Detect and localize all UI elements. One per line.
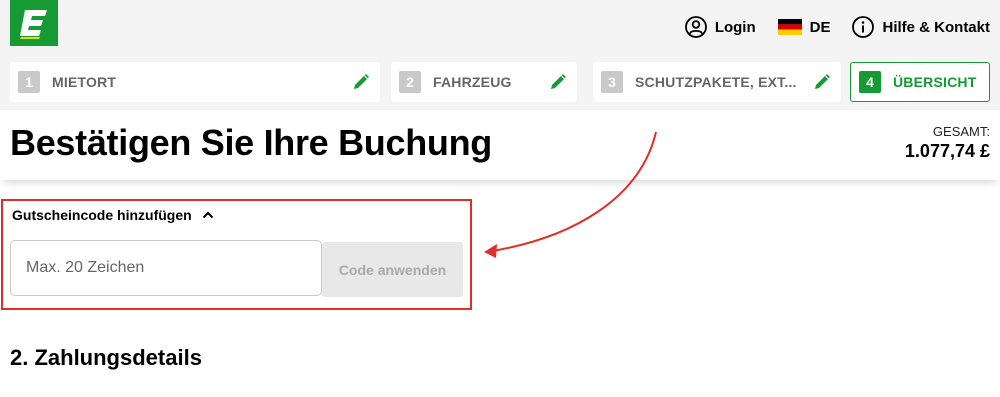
step-number: 3	[601, 71, 623, 93]
step-label: SCHUTZPAKETE, EXT...	[635, 74, 797, 90]
step-label: FAHRZEUG	[433, 74, 512, 90]
voucher-toggle-label: Gutscheincode hinzufügen	[12, 207, 192, 223]
voucher-code-input[interactable]	[10, 240, 322, 296]
total-price: GESAMT: 1.077,74 £	[905, 124, 990, 162]
step-number: 1	[18, 71, 40, 93]
step-label: MIETORT	[52, 74, 117, 90]
step-rental-location[interactable]: 1 MIETORT	[10, 62, 380, 102]
title-bar: Bestätigen Sie Ihre Buchung GESAMT: 1.07…	[0, 110, 1000, 180]
pencil-icon[interactable]	[352, 73, 370, 91]
pencil-icon[interactable]	[549, 73, 567, 91]
voucher-section: Gutscheincode hinzufügen Code anwenden	[1, 199, 472, 310]
language-selector[interactable]: DE	[777, 18, 831, 36]
header-links: Login DE Hilfe & Kontakt	[684, 16, 990, 38]
voucher-toggle[interactable]: Gutscheincode hinzufügen	[12, 207, 214, 223]
logo-e-icon	[20, 10, 47, 39]
step-label: ÜBERSICHT	[893, 74, 977, 90]
total-value: 1.077,74 £	[904, 141, 990, 161]
page-title: Bestätigen Sie Ihre Buchung	[10, 122, 492, 163]
user-icon	[684, 16, 707, 38]
step-protection-packages[interactable]: 3 SCHUTZPAKETE, EXT...	[593, 62, 841, 102]
pencil-icon[interactable]	[813, 73, 831, 91]
help-contact-label: Hilfe & Kontakt	[882, 18, 990, 36]
step-number: 2	[399, 71, 421, 93]
chevron-up-icon	[202, 211, 213, 219]
apply-code-button[interactable]: Code anwenden	[322, 242, 463, 297]
europcar-logo[interactable]	[10, 0, 58, 46]
help-contact-link[interactable]: Hilfe & Kontakt	[852, 16, 990, 38]
login-link[interactable]: Login	[684, 16, 756, 38]
step-vehicle[interactable]: 2 FAHRZEUG	[391, 62, 577, 102]
german-flag-icon	[777, 19, 802, 35]
language-label: DE	[809, 18, 831, 36]
step-overview[interactable]: 4 ÜBERSICHT	[850, 62, 990, 102]
login-label: Login	[714, 18, 756, 36]
step-number: 4	[859, 71, 881, 93]
payment-details-heading: 2. Zahlungsdetails	[10, 345, 202, 370]
total-label: GESAMT:	[932, 124, 990, 139]
info-icon	[852, 16, 875, 38]
